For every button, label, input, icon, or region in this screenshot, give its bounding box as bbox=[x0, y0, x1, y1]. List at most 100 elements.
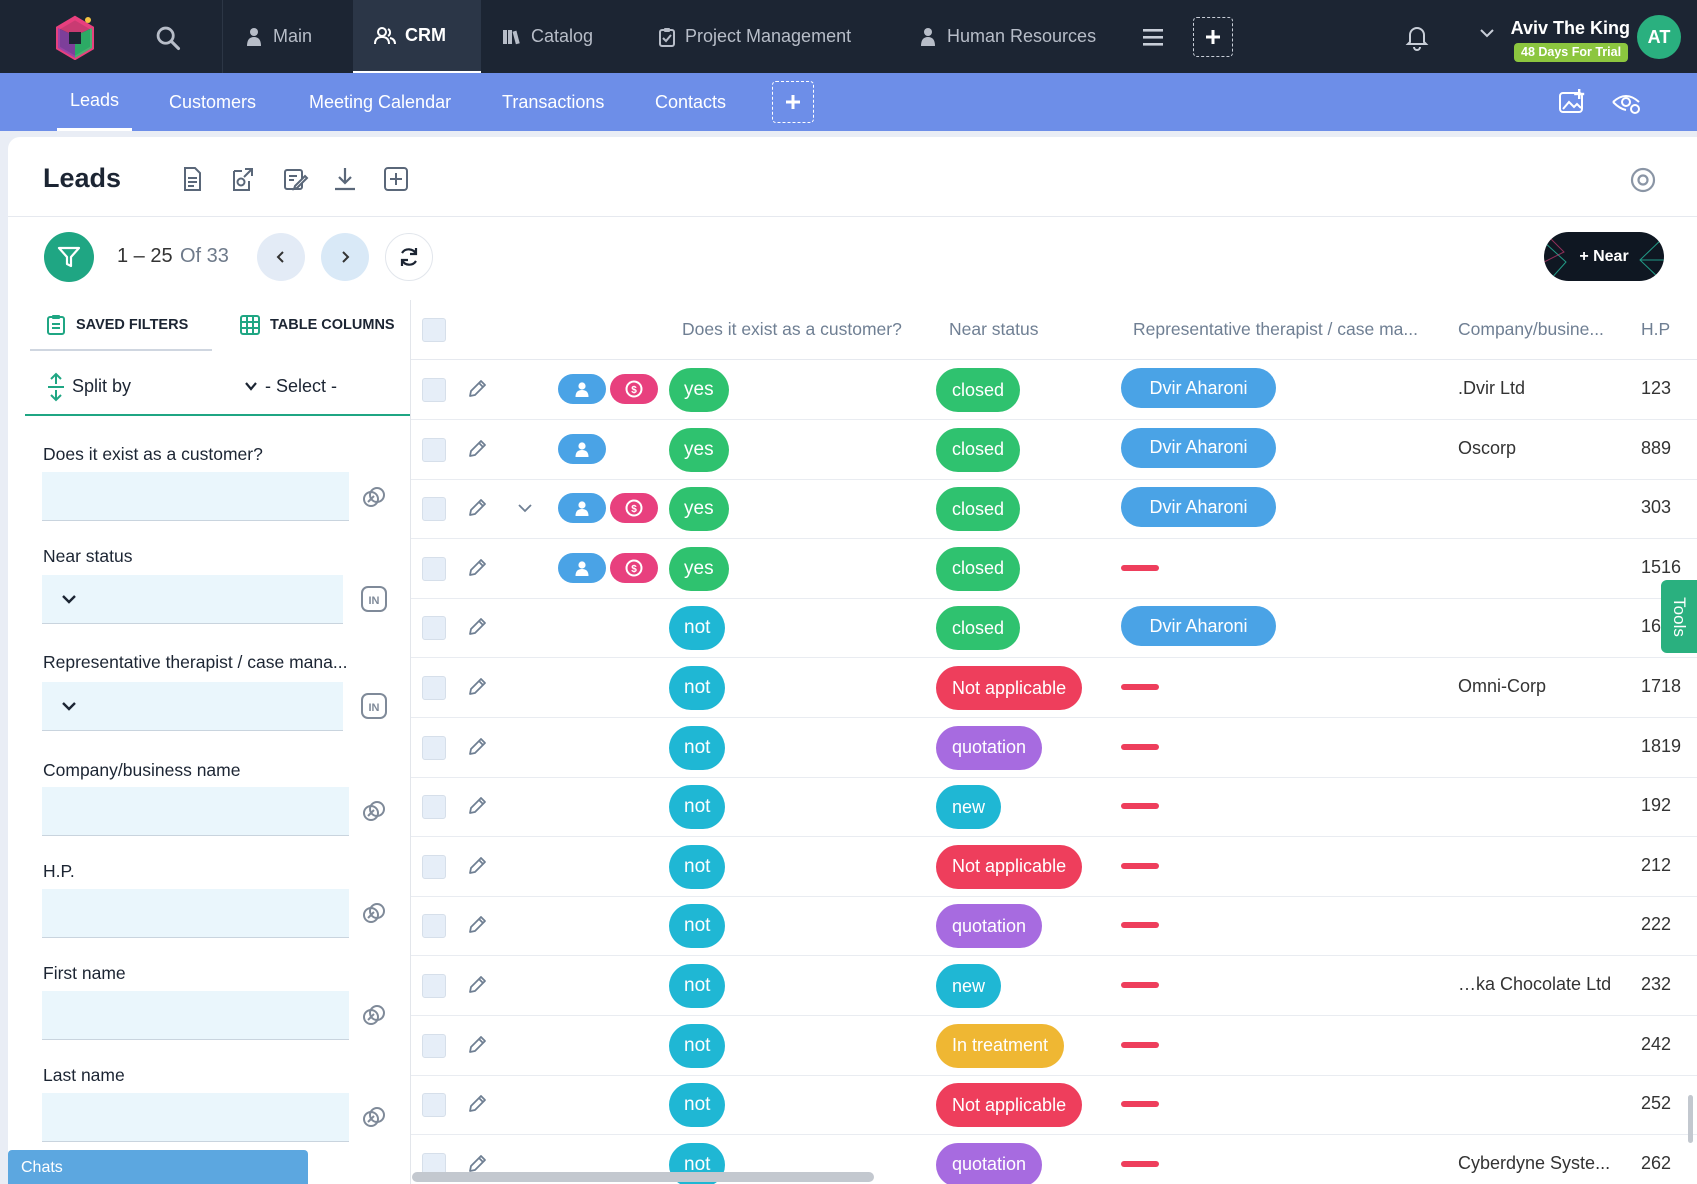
subnav-item-customers[interactable]: Customers bbox=[169, 73, 256, 131]
row-checkbox[interactable] bbox=[422, 795, 446, 820]
topnav-item-human-resources[interactable]: Human Resources bbox=[918, 0, 1098, 73]
horizontal-scrollbar[interactable] bbox=[412, 1172, 874, 1182]
row-checkbox[interactable] bbox=[422, 854, 446, 879]
next-page-button[interactable] bbox=[321, 233, 369, 281]
near-status-badge[interactable]: Not applicable bbox=[936, 844, 1083, 889]
near-status-badge[interactable]: Not applicable bbox=[936, 666, 1083, 710]
app-logo[interactable] bbox=[52, 14, 98, 60]
transaction-link-button[interactable]: $ bbox=[610, 374, 658, 404]
filter-hp-input[interactable] bbox=[42, 889, 349, 938]
transaction-link-button[interactable]: $ bbox=[610, 493, 658, 524]
tools-tab[interactable]: Tools bbox=[1661, 580, 1697, 653]
row-checkbox[interactable] bbox=[422, 974, 446, 998]
row-checkbox[interactable] bbox=[422, 1033, 446, 1058]
tab-table-columns[interactable]: TABLE COLUMNS bbox=[239, 300, 395, 350]
customer-link-button[interactable] bbox=[558, 552, 606, 583]
add-square-icon[interactable] bbox=[382, 165, 410, 193]
subnav-item-meeting-calendar[interactable]: Meeting Calendar bbox=[309, 73, 451, 131]
pencil-icon[interactable] bbox=[465, 854, 489, 878]
table-row[interactable]: not In treatment 242 bbox=[411, 1016, 1697, 1076]
user-name[interactable]: Aviv The King bbox=[1508, 18, 1630, 39]
row-checkbox[interactable] bbox=[422, 497, 446, 522]
link-icon[interactable] bbox=[360, 1001, 388, 1029]
eye-settings-icon[interactable] bbox=[1610, 86, 1642, 118]
near-status-badge[interactable]: Not applicable bbox=[936, 1083, 1083, 1128]
representative-chip[interactable]: Dvir Aharoni bbox=[1121, 606, 1276, 647]
near-status-badge[interactable]: closed bbox=[936, 546, 1021, 591]
add-near-button[interactable]: + Near bbox=[1544, 232, 1664, 281]
row-checkbox[interactable] bbox=[422, 1093, 446, 1118]
customer-link-button[interactable] bbox=[558, 433, 606, 464]
row-checkbox[interactable] bbox=[422, 735, 446, 760]
pencil-icon[interactable] bbox=[465, 735, 489, 759]
pencil-icon[interactable] bbox=[465, 615, 489, 639]
subnav-item-transactions[interactable]: Transactions bbox=[502, 73, 604, 131]
table-row[interactable]: not quotation 1819 bbox=[411, 718, 1697, 778]
table-row[interactable]: not Not applicable Omni-Corp 1718 bbox=[411, 658, 1697, 718]
search-icon[interactable] bbox=[148, 18, 188, 58]
representative-chip[interactable]: Dvir Aharoni bbox=[1121, 487, 1276, 528]
column-header-exists-customer[interactable]: Does it exist as a customer? bbox=[682, 300, 902, 360]
near-status-badge[interactable]: In treatment bbox=[936, 1023, 1065, 1068]
pencil-icon[interactable] bbox=[465, 1033, 489, 1057]
topnav-item-crm[interactable]: CRM bbox=[353, 0, 481, 73]
table-row[interactable]: $ yes closed Dvir Aharoni 303 bbox=[411, 479, 1697, 540]
near-status-badge[interactable]: new bbox=[936, 785, 1002, 830]
select-all-checkbox[interactable] bbox=[422, 318, 446, 342]
filter-button[interactable] bbox=[44, 232, 94, 282]
bell-icon[interactable] bbox=[1402, 22, 1432, 52]
column-header-near-status[interactable]: Near status bbox=[949, 300, 1038, 360]
row-checkbox[interactable] bbox=[422, 914, 446, 939]
filter-company-input[interactable] bbox=[42, 787, 349, 836]
filter-first-name-input[interactable] bbox=[42, 991, 349, 1040]
in-operator-icon[interactable]: IN bbox=[360, 692, 388, 720]
add-module-button[interactable] bbox=[1193, 17, 1233, 57]
pencil-icon[interactable] bbox=[465, 913, 489, 937]
vertical-scrollbar[interactable] bbox=[1688, 1095, 1693, 1143]
avatar[interactable]: AT bbox=[1637, 15, 1681, 59]
near-status-badge[interactable]: closed bbox=[936, 606, 1021, 651]
chevron-down-icon[interactable] bbox=[514, 497, 536, 519]
column-header-company[interactable]: Company/busine... bbox=[1458, 300, 1604, 360]
add-tab-button[interactable] bbox=[772, 81, 814, 123]
in-operator-icon[interactable]: IN bbox=[360, 585, 388, 613]
export-document-icon[interactable] bbox=[228, 165, 256, 193]
table-row[interactable]: $ yes closed 1516 bbox=[411, 539, 1697, 599]
representative-chip[interactable]: Dvir Aharoni bbox=[1121, 368, 1276, 408]
edit-document-icon[interactable] bbox=[281, 165, 309, 193]
row-checkbox[interactable] bbox=[422, 676, 446, 700]
subnav-item-contacts[interactable]: Contacts bbox=[655, 73, 726, 131]
table-row[interactable]: yes closed Dvir Aharoni Oscorp 889 bbox=[411, 420, 1697, 480]
table-row[interactable]: not new 192 bbox=[411, 777, 1697, 838]
row-checkbox[interactable] bbox=[422, 616, 446, 641]
near-status-badge[interactable]: closed bbox=[936, 427, 1021, 472]
document-icon[interactable] bbox=[178, 165, 206, 193]
topnav-item-main[interactable]: Main bbox=[244, 0, 344, 73]
customer-link-button[interactable] bbox=[558, 374, 606, 404]
pencil-icon[interactable] bbox=[465, 556, 489, 580]
target-settings-icon[interactable] bbox=[1628, 165, 1658, 195]
row-checkbox[interactable] bbox=[422, 378, 446, 402]
filter-exists-customer-input[interactable] bbox=[42, 472, 349, 521]
refresh-button[interactable] bbox=[385, 233, 433, 281]
previous-page-button[interactable] bbox=[257, 233, 305, 281]
table-row[interactable]: not new …ka Chocolate Ltd 232 bbox=[411, 956, 1697, 1016]
pencil-icon[interactable] bbox=[465, 973, 489, 997]
filter-near-status-select[interactable] bbox=[42, 575, 343, 624]
chats-button[interactable]: Chats bbox=[8, 1150, 308, 1184]
link-icon[interactable] bbox=[360, 899, 388, 927]
near-status-badge[interactable]: quotation bbox=[936, 1142, 1043, 1184]
table-row[interactable]: not Not applicable 212 bbox=[411, 837, 1697, 897]
table-row[interactable]: not quotation 222 bbox=[411, 896, 1697, 957]
hamburger-menu-icon[interactable] bbox=[1138, 22, 1168, 52]
near-status-badge[interactable]: closed bbox=[936, 487, 1021, 532]
pencil-icon[interactable] bbox=[465, 1092, 489, 1116]
representative-chip[interactable]: Dvir Aharoni bbox=[1121, 427, 1276, 468]
chevron-down-icon[interactable] bbox=[1476, 22, 1498, 44]
link-icon[interactable] bbox=[360, 1103, 388, 1131]
near-status-badge[interactable]: closed bbox=[936, 368, 1021, 412]
subnav-item-leads[interactable]: Leads bbox=[57, 73, 133, 131]
split-by-select[interactable]: - Select - bbox=[243, 366, 337, 406]
filter-last-name-input[interactable] bbox=[42, 1093, 349, 1142]
tab-saved-filters[interactable]: SAVED FILTERS bbox=[45, 300, 188, 350]
